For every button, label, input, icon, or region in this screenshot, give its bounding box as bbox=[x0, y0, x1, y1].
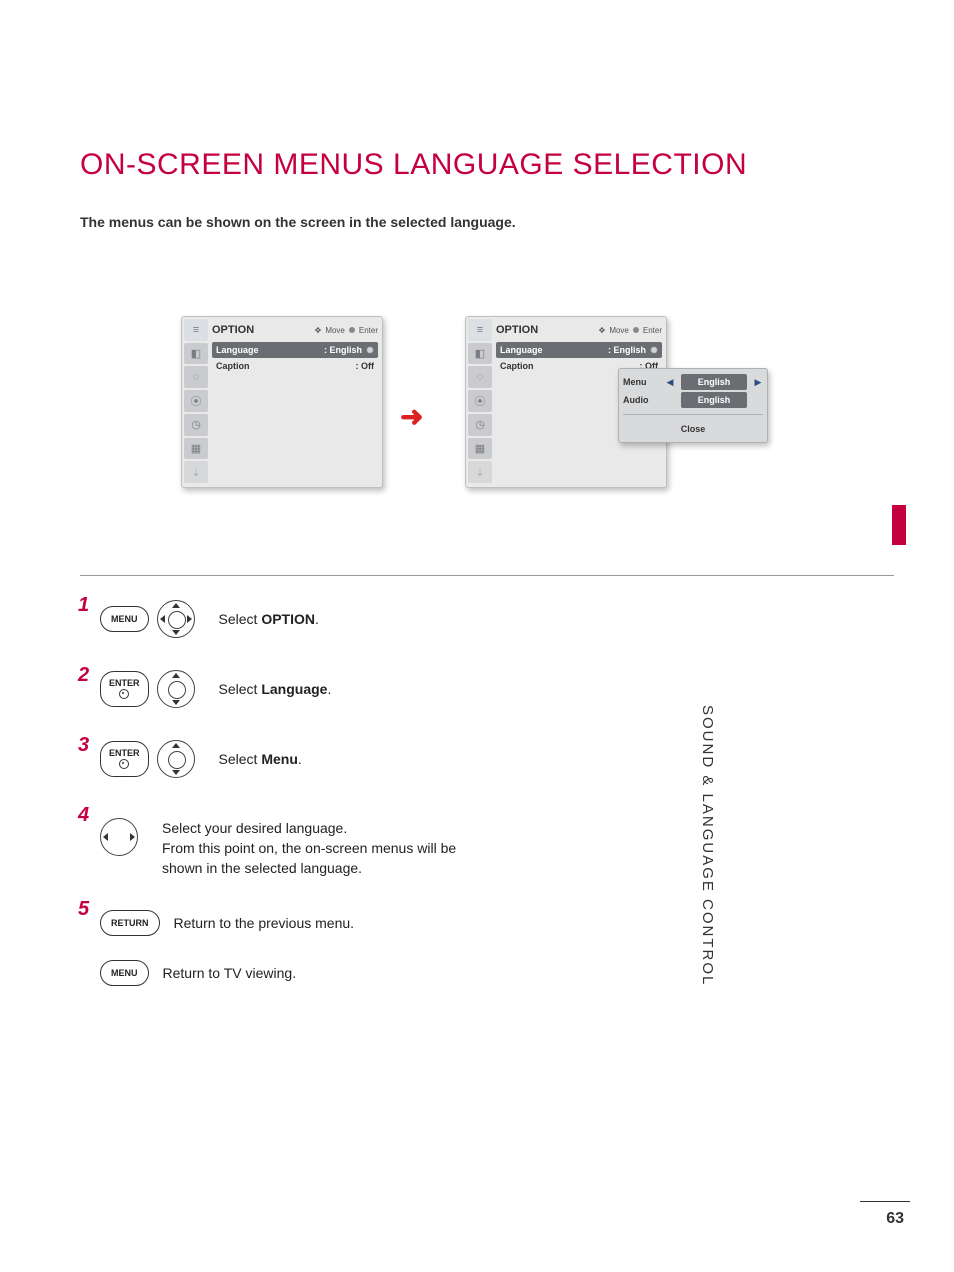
row-value: : English bbox=[324, 345, 362, 355]
osd-sidebar: ≡ ◧ ◌ ⦿ ◷ ▦ ⇣ bbox=[184, 319, 208, 485]
lock-icon: ▦ bbox=[184, 438, 208, 460]
row-label: Language bbox=[500, 345, 543, 355]
dpad-updown-icon[interactable] bbox=[157, 670, 195, 708]
step-text: Return to the previous menu. bbox=[174, 915, 355, 931]
step-text: Select OPTION. bbox=[219, 611, 319, 627]
antenna-icon: ≡ bbox=[184, 319, 208, 341]
move-icon: ✥ bbox=[315, 326, 322, 335]
step-5: 5 RETURN Return to the previous menu. bbox=[78, 910, 894, 936]
enter-dot-icon bbox=[366, 346, 374, 354]
hint-enter: Enter bbox=[359, 326, 378, 335]
step-number: 5 bbox=[78, 898, 98, 921]
enter-button[interactable]: ENTER bbox=[100, 741, 149, 777]
intro-text: The menus can be shown on the screen in … bbox=[80, 214, 516, 230]
lock-icon: ▦ bbox=[468, 438, 492, 460]
menu-button[interactable]: MENU bbox=[100, 960, 149, 986]
usb-icon: ⇣ bbox=[184, 461, 208, 483]
audio-icon: ◌ bbox=[468, 366, 492, 388]
submenu-label: Menu bbox=[623, 377, 659, 387]
step-number: 2 bbox=[78, 664, 98, 687]
row-label: Caption bbox=[500, 361, 534, 371]
step-number: 3 bbox=[78, 734, 98, 757]
gear-icon: ⦿ bbox=[184, 390, 208, 412]
osd-header-hints: ✥ Move Enter bbox=[599, 326, 662, 335]
step-text: Select Menu. bbox=[219, 751, 302, 767]
language-submenu: Menu ◀ English ▶ Audio ◀ English ▶ Close bbox=[618, 368, 768, 443]
arrow-right-icon: ➜ bbox=[400, 400, 423, 433]
submenu-value: English bbox=[681, 374, 747, 390]
side-tab: SOUND & LANGUAGE CONTROL bbox=[884, 505, 906, 865]
picture-icon: ◧ bbox=[468, 343, 492, 365]
osd-row-language[interactable]: Language : English bbox=[496, 342, 662, 358]
osd-row-language[interactable]: Language : English bbox=[212, 342, 378, 358]
return-button[interactable]: RETURN bbox=[100, 910, 160, 936]
hint-move: Move bbox=[325, 326, 345, 335]
step-number: 4 bbox=[78, 804, 98, 827]
enter-dot-icon bbox=[650, 346, 658, 354]
osd-row-caption[interactable]: Caption : Off bbox=[212, 358, 378, 374]
dpad-updown-icon[interactable] bbox=[157, 740, 195, 778]
step-4: 4 Select your desired language. From thi… bbox=[78, 818, 894, 878]
time-icon: ◷ bbox=[468, 414, 492, 436]
osd-menu-before: ≡ ◧ ◌ ⦿ ◷ ▦ ⇣ OPTION ✥ Move Enter Langua… bbox=[181, 316, 383, 488]
usb-icon: ⇣ bbox=[468, 461, 492, 483]
row-label: Caption bbox=[216, 361, 250, 371]
hint-move: Move bbox=[609, 326, 629, 335]
row-value: : English bbox=[608, 345, 646, 355]
time-icon: ◷ bbox=[184, 414, 208, 436]
submenu-value: English bbox=[681, 392, 747, 408]
submenu-label: Audio bbox=[623, 395, 659, 405]
page-number: 63 bbox=[886, 1210, 904, 1228]
gear-icon: ⦿ bbox=[468, 390, 492, 412]
audio-icon: ◌ bbox=[184, 366, 208, 388]
triangle-right-icon[interactable]: ▶ bbox=[753, 377, 763, 388]
step-text: Select Language. bbox=[219, 681, 332, 697]
row-value: : Off bbox=[356, 361, 375, 371]
picture-icon: ◧ bbox=[184, 343, 208, 365]
page-title: ON-SCREEN MENUS LANGUAGE SELECTION bbox=[80, 148, 747, 182]
hint-enter: Enter bbox=[643, 326, 662, 335]
step-3: 3 ENTER Select Menu. bbox=[78, 740, 894, 778]
tab-accent bbox=[892, 505, 906, 545]
submenu-close[interactable]: Close bbox=[623, 420, 763, 438]
enter-icon bbox=[633, 327, 639, 333]
dpad-leftright-icon[interactable] bbox=[100, 818, 138, 856]
step-1: 1 MENU Select OPTION. bbox=[78, 600, 894, 638]
enter-ring-icon bbox=[119, 759, 129, 769]
page-number-rule bbox=[860, 1201, 910, 1202]
osd-header-title: OPTION bbox=[212, 324, 254, 336]
triangle-left-icon[interactable]: ◀ bbox=[665, 377, 675, 388]
submenu-row-audio[interactable]: Audio ◀ English ▶ bbox=[623, 391, 763, 409]
enter-ring-icon bbox=[119, 689, 129, 699]
osd-header-hints: ✥ Move Enter bbox=[315, 326, 378, 335]
submenu-row-menu[interactable]: Menu ◀ English ▶ bbox=[623, 373, 763, 391]
osd-header-title: OPTION bbox=[496, 324, 538, 336]
row-label: Language bbox=[216, 345, 259, 355]
enter-icon bbox=[349, 327, 355, 333]
move-icon: ✥ bbox=[599, 326, 606, 335]
dpad-all-icon[interactable] bbox=[157, 600, 195, 638]
step-number: 1 bbox=[78, 594, 98, 617]
side-tab-label: SOUND & LANGUAGE CONTROL bbox=[699, 705, 716, 1065]
step-6: MENU Return to TV viewing. bbox=[78, 960, 894, 986]
osd-sidebar: ≡ ◧ ◌ ⦿ ◷ ▦ ⇣ bbox=[468, 319, 492, 485]
submenu-separator bbox=[623, 414, 763, 415]
menu-button[interactable]: MENU bbox=[100, 606, 149, 632]
antenna-icon: ≡ bbox=[468, 319, 492, 341]
step-2: 2 ENTER Select Language. bbox=[78, 670, 894, 708]
step-text: Select your desired language. From this … bbox=[162, 818, 462, 878]
section-divider bbox=[80, 575, 894, 576]
enter-button[interactable]: ENTER bbox=[100, 671, 149, 707]
step-text: Return to TV viewing. bbox=[163, 965, 297, 981]
